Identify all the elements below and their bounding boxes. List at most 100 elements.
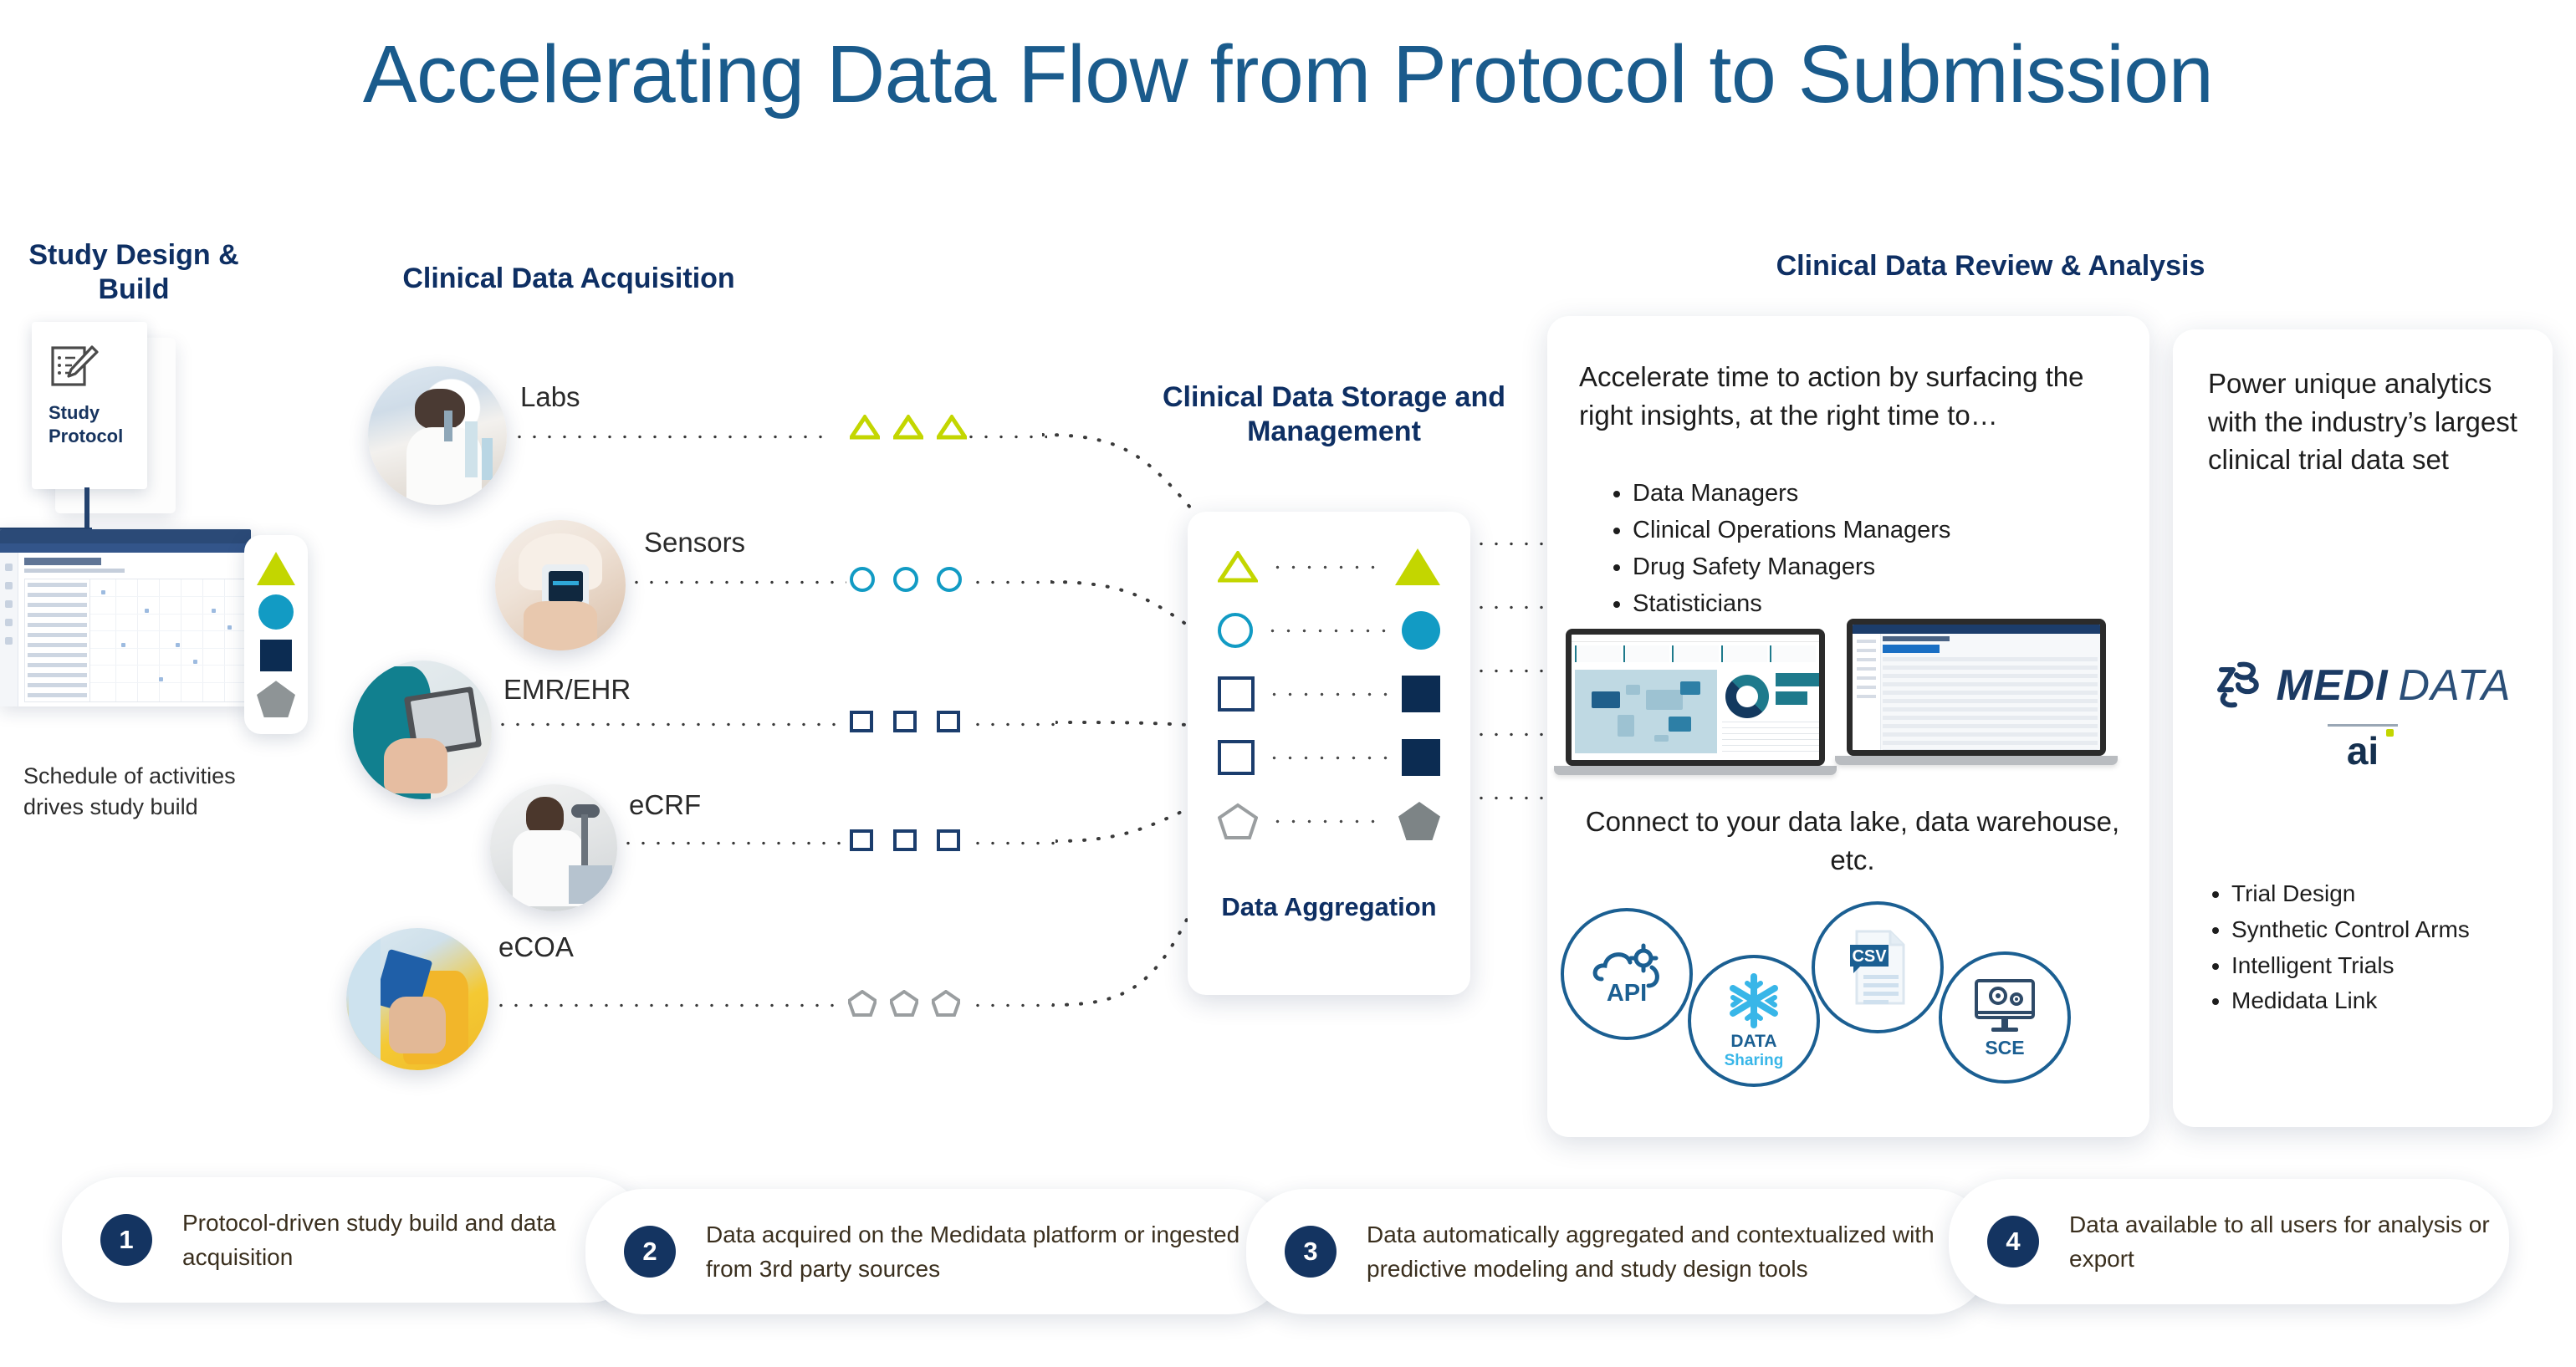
list-item: Synthetic Control Arms (2231, 912, 2543, 948)
source-label-sensors: Sensors (644, 527, 746, 558)
data-aggregation-box[interactable]: Data Aggregation (1188, 512, 1470, 995)
sce-badge[interactable]: SCE (1939, 951, 2071, 1084)
document-edit-icon (50, 344, 99, 388)
marker-square-4 (850, 829, 873, 851)
laptop-base (1554, 766, 1837, 775)
analytics-feature-list: Trial Design Synthetic Control Arms Inte… (2208, 876, 2543, 1019)
list-item: Clinical Operations Managers (1633, 512, 2126, 548)
marker-square-3 (937, 711, 960, 732)
marker-square-1 (850, 711, 873, 732)
legend-pentagon-icon (257, 681, 295, 718)
soa-app-header (0, 529, 251, 543)
aggregation-row-circle (1218, 607, 1440, 654)
sce-label: SCE (1985, 1037, 2025, 1058)
step-number-badge: 3 (1285, 1226, 1337, 1278)
api-cloud-icon: API (1592, 943, 1659, 1006)
dotline-emr (495, 722, 846, 727)
soa-main (18, 553, 251, 706)
medidata-wordmark: MEDI DATA (2191, 661, 2534, 711)
wearable-sensor-photo (495, 520, 626, 650)
section-heading-study-design: Study Design & Build (28, 239, 239, 306)
data-aggregation-label: Data Aggregation (1221, 892, 1437, 921)
marker-triangle-3 (934, 413, 969, 444)
connector-stem (84, 487, 89, 529)
section-heading-storage: Clinical Data Storage and Management (1163, 381, 1505, 448)
connect-caption: Connect to your data lake, data warehous… (1585, 806, 2120, 875)
data-sharing-badge[interactable]: DATA Sharing (1688, 955, 1820, 1087)
source-label-ecoa: eCOA (498, 931, 574, 962)
laptop-base (1835, 756, 2118, 765)
marker-pentagon-2 (888, 989, 920, 1021)
aggregation-circle-outline-icon (1218, 613, 1253, 648)
dotline-labs (512, 435, 830, 439)
soa-caption: Schedule of activities drives study buil… (23, 763, 236, 820)
aggregation-pentagon-outline-icon (1217, 803, 1259, 839)
marker-square-6 (937, 829, 960, 851)
source-label-ecrf: eCRF (629, 789, 702, 820)
csv-badge[interactable]: CSV (1812, 901, 1944, 1033)
bar-chart-bar-1 (1776, 673, 1819, 686)
dotline-out-1 (1474, 542, 1549, 546)
soa-cells (90, 579, 246, 701)
medidata-word-thin: DATA (2398, 661, 2512, 710)
dotline-ecrf-b (970, 841, 1062, 845)
world-map-chart (1575, 670, 1717, 753)
patient-phone-photo (346, 928, 488, 1070)
medidata-ai-text: ai (2346, 729, 2379, 773)
footer-step-4[interactable]: 4 Data available to all users for analys… (1949, 1179, 2509, 1304)
footer-step-1[interactable]: 1 Protocol-driven study build and data a… (62, 1177, 647, 1303)
aggregation-dotline-3 (1266, 691, 1390, 696)
curve-sensors (1050, 580, 1201, 635)
data-sharing-label: DATA (1730, 1032, 1777, 1051)
step-text: Data acquired on the Medidata platform o… (706, 1221, 1240, 1282)
section-heading-review: Clinical Data Review & Analysis (1776, 250, 2205, 282)
researcher-desk-photo (490, 784, 617, 911)
schedule-of-activities-screenshot[interactable] (0, 529, 251, 706)
snowflake-icon (1730, 973, 1778, 1028)
medidata-word-bold: MEDI (2276, 661, 2389, 710)
aggregation-square-outline-icon-2 (1218, 740, 1255, 775)
aggregation-pentagon-filled-icon (1398, 802, 1440, 840)
curve-emr (1055, 721, 1203, 727)
aggregation-row-square-2 (1218, 734, 1440, 781)
laptop-screen-listing (1847, 619, 2106, 756)
step-number-badge: 4 (1987, 1216, 2039, 1268)
marker-triangle-1 (847, 413, 882, 444)
dotline-labs-b (963, 435, 1047, 439)
data-listing-mock (1853, 625, 2100, 750)
list-item: Data Managers (1633, 475, 2126, 512)
svg-text:CSV: CSV (1852, 947, 1887, 966)
slide-canvas: Accelerating Data Flow from Protocol to … (0, 0, 2576, 1367)
donut-chart (1725, 675, 1769, 718)
soa-left-rail (0, 553, 18, 706)
marker-circle-1 (850, 567, 875, 592)
dotline-out-5 (1474, 796, 1549, 800)
dotline-out-4 (1474, 732, 1549, 737)
soa-grid (24, 579, 247, 702)
aggregation-dotline-4 (1266, 755, 1390, 760)
step-number-badge: 1 (100, 1214, 152, 1266)
aggregation-row-triangle (1216, 543, 1440, 590)
medidata-ai-suffix: ai (2328, 724, 2398, 773)
data-sharing-sublabel: Sharing (1724, 1052, 1784, 1069)
legend-square-icon (260, 639, 292, 671)
step-text: Protocol-driven study build and data acq… (182, 1209, 556, 1270)
aggregation-dotline-1 (1270, 564, 1383, 569)
aggregation-square-outline-icon-1 (1218, 676, 1255, 712)
curve-ecoa (1052, 888, 1203, 1007)
aggregation-square-filled-icon-2 (1402, 739, 1440, 776)
marker-circle-2 (893, 567, 918, 592)
analytics-lead-text: Power unique analytics with the industry… (2208, 368, 2517, 476)
api-badge[interactable]: API (1561, 908, 1693, 1040)
legend-triangle-icon (257, 551, 295, 585)
dotline-ecoa (493, 1003, 843, 1007)
dotline-sensors (629, 580, 846, 584)
bar-chart-bar-2 (1776, 691, 1807, 705)
review-lead-text: Accelerate time to action by surfacing t… (1579, 361, 2084, 431)
data-listing-laptop (1835, 619, 2118, 765)
footer-step-2[interactable]: 2 Data acquired on the Medidata platform… (585, 1189, 1288, 1314)
marker-pentagon-3 (930, 989, 962, 1021)
shape-legend-pill (244, 535, 308, 734)
dotline-out-2 (1474, 605, 1549, 610)
footer-step-3[interactable]: 3 Data automatically aggregated and cont… (1246, 1189, 1991, 1314)
